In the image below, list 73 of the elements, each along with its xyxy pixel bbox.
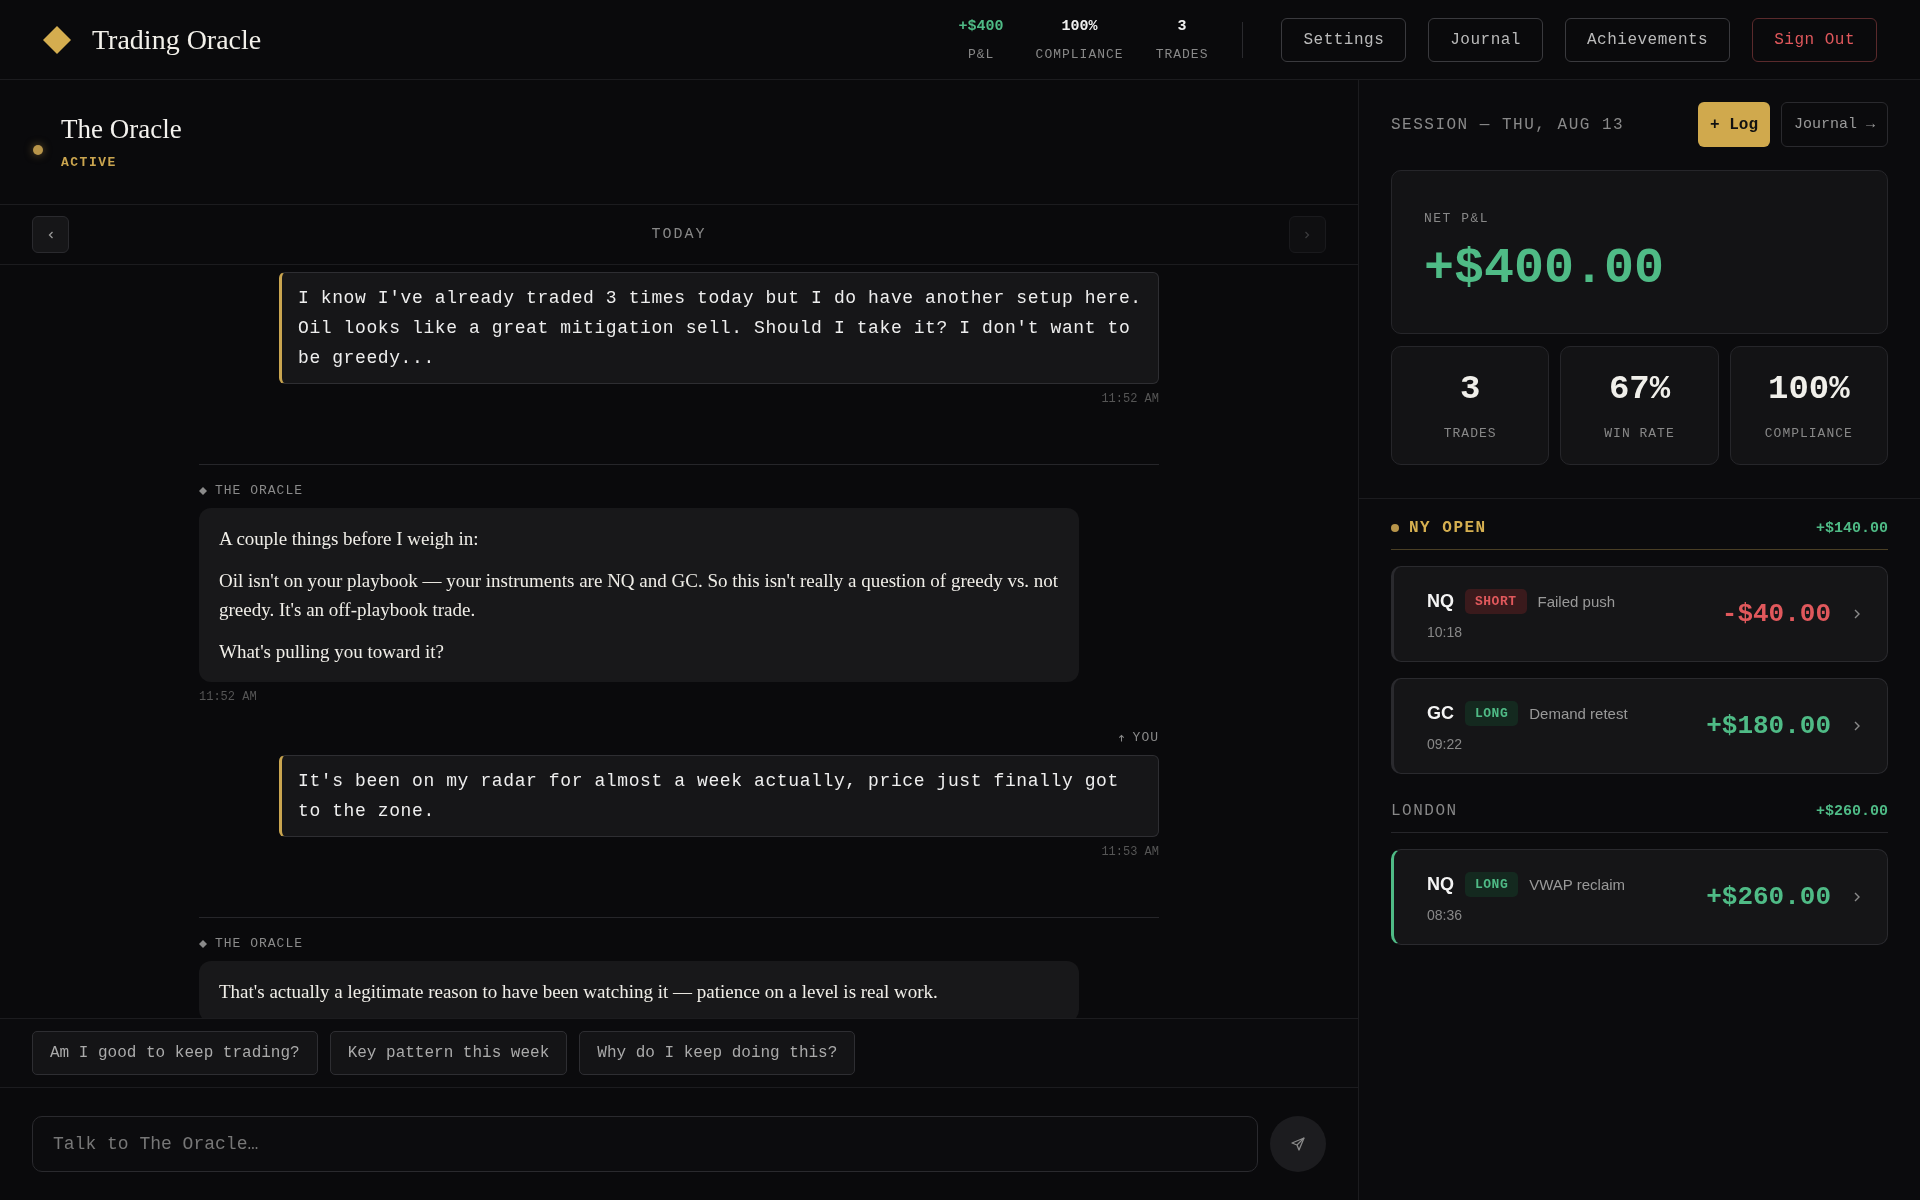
stat-label: WIN RATE (1604, 426, 1675, 441)
session-name: LONDON (1391, 802, 1458, 820)
stat-value: +$400 (958, 17, 1004, 35)
message-input[interactable]: Talk to The Oracle… (32, 1116, 1258, 1172)
agent-status: ACTIVE (61, 155, 118, 170)
app-title: Trading Oracle (92, 23, 262, 56)
log-button[interactable]: + Log (1697, 102, 1770, 147)
session-name: NY OPEN (1409, 519, 1487, 537)
previous-day-button[interactable] (32, 216, 69, 253)
stat-label: TRADES (1155, 46, 1209, 62)
trade-card[interactable]: GC LONG Demand retest 09:22 +$180.00 (1391, 678, 1888, 774)
header-button[interactable]: Journal (1428, 17, 1543, 62)
stat-label: P&L (967, 46, 995, 62)
trade-note: VWAP reclaim (1529, 875, 1626, 893)
trade-time: 10:18 (1427, 623, 1464, 640)
trade-symbol: NQ (1427, 590, 1454, 612)
trade-pnl: +$180.00 (1706, 711, 1831, 741)
diamond-logo-icon (42, 24, 72, 55)
chevron-right-icon (1853, 608, 1861, 620)
sender-label: THE ORACLE (215, 483, 303, 498)
net-pnl-value: +$400.00 (1424, 240, 1666, 297)
stat-value: 3 (1459, 370, 1481, 408)
header-button[interactable]: Achievements (1564, 17, 1731, 62)
session-total: +$260.00 (1816, 802, 1888, 820)
trade-time: 08:36 (1427, 906, 1464, 923)
send-button[interactable] (1270, 1116, 1326, 1172)
suggestion-chip[interactable]: Why do I keep doing this? (579, 1031, 856, 1075)
trade-note: Demand retest (1529, 704, 1628, 722)
trade-note: Failed push (1537, 592, 1616, 610)
header-button[interactable]: Sign Out (1752, 17, 1877, 62)
message-time: 11:52 AM (1101, 392, 1159, 406)
oracle-message: A couple things before I weigh in: Oil isn't on your playbook — your instruments are NQ and GC. So this isn't really a question of greedy vs. not greedy. It's an off-playbook trade. What's pulling you toward it? (199, 508, 1079, 682)
chevron-right-icon (1853, 891, 1861, 903)
chevron-right-icon (1853, 720, 1861, 732)
user-message: I know I've already traded 3 times today but I do have another setup here. Oil looks like a great mitigation sell. Should I take it? I don't want to be greedy... (279, 272, 1159, 384)
side-tag: LONG (1465, 871, 1519, 897)
send-icon (1290, 1136, 1306, 1152)
active-dot (1391, 524, 1399, 532)
trade-symbol: NQ (1427, 873, 1454, 895)
trade-time: 09:22 (1427, 735, 1464, 752)
suggestion-chip[interactable]: Key pattern this week (329, 1031, 568, 1075)
sender-label: THE ORACLE (215, 936, 303, 951)
trade-pnl: +$260.00 (1706, 882, 1831, 912)
stat-label: TRADES (1443, 426, 1497, 441)
stat-value: 100% (1061, 17, 1098, 35)
side-tag: LONG (1465, 700, 1519, 726)
trade-pnl: -$40.00 (1721, 599, 1831, 629)
arrow-up-icon (1117, 732, 1125, 743)
trade-card[interactable]: NQ SHORT Failed push 10:18 -$40.00 (1391, 566, 1888, 662)
trade-symbol: GC (1427, 702, 1454, 724)
header-button[interactable]: Settings (1281, 17, 1407, 62)
session-title: SESSION — THU, AUG 13 (1391, 115, 1625, 134)
message-time: 11:52 AM (199, 690, 257, 704)
session-total: +$140.00 (1816, 519, 1888, 537)
suggestion-chip[interactable]: Am I good to keep trading? (32, 1031, 318, 1075)
journal-button[interactable]: Journal → (1781, 102, 1888, 147)
message-time: 11:53 AM (1101, 845, 1159, 859)
stat-value: 3 (1177, 17, 1187, 35)
stat-value: 67% (1608, 370, 1671, 408)
agent-name: The Oracle (61, 114, 182, 145)
user-message: It's been on my radar for almost a week actually, price just finally got to the zone. (279, 755, 1159, 837)
side-tag: SHORT (1465, 588, 1527, 614)
net-pnl-label: NET P&L (1424, 211, 1491, 226)
trade-card[interactable]: NQ LONG VWAP reclaim 08:36 +$260.00 (1391, 849, 1888, 945)
stat-value: 100% (1768, 370, 1850, 408)
diamond-icon (199, 939, 207, 948)
status-dot (33, 144, 43, 155)
day-label: TODAY (651, 226, 707, 243)
sender-label: YOU (1132, 730, 1159, 745)
oracle-message: That's actually a legitimate reason to have been watching it — patience on a level is real work. (199, 961, 1079, 1018)
stat-label: COMPLIANCE (1035, 46, 1124, 62)
diamond-icon (199, 486, 207, 495)
stat-label: COMPLIANCE (1764, 426, 1853, 441)
